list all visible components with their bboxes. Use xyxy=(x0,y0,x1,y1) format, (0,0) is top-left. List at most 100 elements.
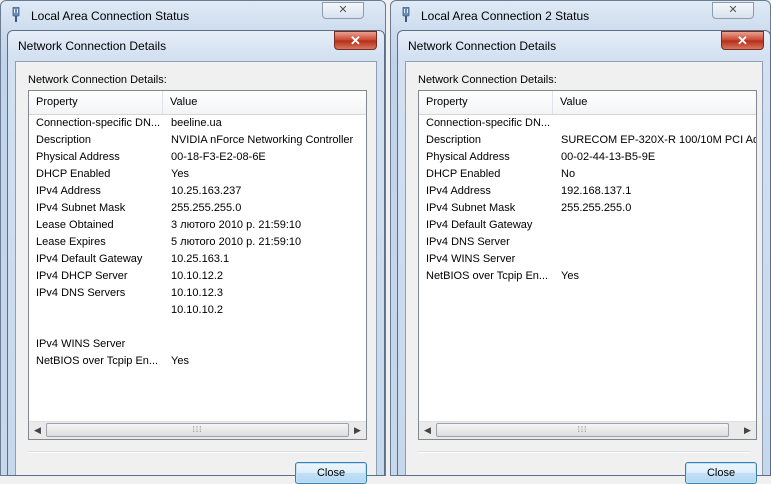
value-cell: 00-18-F3-E2-08-6E xyxy=(171,151,266,163)
table-row[interactable]: 10.10.10.2 xyxy=(29,302,366,319)
property-cell: IPv4 DHCP Server xyxy=(36,270,128,282)
table-row[interactable]: IPv4 DNS Server xyxy=(419,234,756,251)
scrollbar-thumb[interactable]: ⁞⁞⁞ xyxy=(436,423,729,437)
horizontal-scrollbar[interactable]: ◀ ⁞⁞⁞ ▶ xyxy=(419,421,756,439)
list-header: Property Value xyxy=(419,91,756,115)
column-header-value[interactable]: Value xyxy=(553,91,756,114)
property-cell: Physical Address xyxy=(426,151,510,163)
close-button[interactable]: Close xyxy=(295,462,367,484)
table-row[interactable]: NetBIOS over Tcpip En... Yes xyxy=(29,353,366,370)
table-row[interactable]: IPv4 Address 192.168.137.1 xyxy=(419,183,756,200)
property-cell xyxy=(36,319,161,336)
value-cell: beeline.ua xyxy=(171,117,222,129)
table-row[interactable]: Physical Address 00-02-44-13-B5-9E xyxy=(419,149,756,166)
property-cell: IPv4 WINS Server xyxy=(426,253,516,265)
list-header: Property Value xyxy=(29,91,366,115)
dialog-client-area: Network Connection Details: Property Val… xyxy=(15,61,377,484)
table-row[interactable]: DHCP Enabled Yes xyxy=(29,166,366,183)
dialog-client-area: Network Connection Details: Property Val… xyxy=(405,61,763,484)
divider xyxy=(418,451,750,453)
table-row[interactable]: Physical Address 00-18-F3-E2-08-6E xyxy=(29,149,366,166)
value-cell: 10.10.12.2 xyxy=(171,270,223,282)
table-row[interactable]: Lease Expires 5 лютого 2010 р. 21:59:10 xyxy=(29,234,366,251)
table-row[interactable]: NetBIOS over Tcpip En... Yes xyxy=(419,268,756,285)
network-adapter-icon xyxy=(402,7,410,22)
property-cell xyxy=(36,302,161,319)
value-cell: 255.255.255.0 xyxy=(561,202,632,214)
value-cell: 255.255.255.0 xyxy=(171,202,242,214)
property-cell: IPv4 WINS Server xyxy=(36,338,126,350)
scroll-left-arrow-icon[interactable]: ◀ xyxy=(419,422,436,439)
value-cell: Yes xyxy=(561,270,579,282)
column-header-value[interactable]: Value xyxy=(163,91,366,114)
close-icon[interactable]: ✕ xyxy=(721,31,764,50)
table-row[interactable]: Lease Obtained 3 лютого 2010 р. 21:59:10 xyxy=(29,217,366,234)
property-cell: Lease Obtained xyxy=(36,219,114,231)
scrollbar-thumb[interactable]: ⁞⁞⁞ xyxy=(46,423,349,437)
value-cell: 5 лютого 2010 р. 21:59:10 xyxy=(171,236,302,248)
value-cell: 00-02-44-13-B5-9E xyxy=(561,151,656,163)
value-cell xyxy=(561,115,756,132)
table-row[interactable]: Description NVIDIA nForce Networking Cont… xyxy=(29,132,366,149)
property-cell: Physical Address xyxy=(36,151,120,163)
value-cell: 10.25.163.237 xyxy=(171,185,242,197)
window-title: Local Area Connection Status xyxy=(31,9,190,23)
value-cell xyxy=(171,319,366,336)
value-cell: NVIDIA nForce Networking Controller xyxy=(171,134,354,146)
property-cell: IPv4 Subnet Mask xyxy=(426,202,516,214)
network-adapter-icon xyxy=(12,7,20,22)
details-dialog-2: Network Connection Details ✕ Network Con… xyxy=(397,30,771,484)
section-label: Network Connection Details: xyxy=(418,74,557,86)
table-row[interactable]: IPv4 Default Gateway 10.25.163.1 xyxy=(29,251,366,268)
table-row[interactable]: IPv4 Default Gateway xyxy=(419,217,756,234)
value-cell: Yes xyxy=(171,355,189,367)
details-list[interactable]: Property Value Connection-specific DN...… xyxy=(28,90,367,440)
value-cell: SURECOM EP-320X-R 100/10M PCI Ada xyxy=(561,134,756,146)
section-label: Network Connection Details: xyxy=(28,74,167,86)
details-dialog-1: Network Connection Details ✕ Network Con… xyxy=(7,30,385,484)
property-cell: Connection-specific DN... xyxy=(36,117,161,129)
table-row[interactable]: DHCP Enabled No xyxy=(419,166,756,183)
scroll-right-arrow-icon[interactable]: ▶ xyxy=(349,422,366,439)
table-row[interactable]: IPv4 DNS Servers 10.10.12.3 xyxy=(29,285,366,302)
table-row[interactable] xyxy=(29,319,366,336)
value-cell: Yes xyxy=(171,168,189,180)
window-title: Local Area Connection 2 Status xyxy=(421,9,590,23)
property-cell: IPv4 Address xyxy=(36,185,101,197)
details-list[interactable]: Property Value Connection-specific DN...… xyxy=(418,90,757,440)
value-cell xyxy=(561,234,756,251)
horizontal-scrollbar[interactable]: ◀ ⁞⁞⁞ ▶ xyxy=(29,421,366,439)
table-row[interactable]: IPv4 WINS Server xyxy=(419,251,756,268)
table-row[interactable]: IPv4 Address 10.25.163.237 xyxy=(29,183,366,200)
column-header-property[interactable]: Property xyxy=(29,91,163,114)
property-cell: Description xyxy=(426,134,482,146)
close-icon[interactable]: ✕ xyxy=(322,2,364,19)
close-button[interactable]: Close xyxy=(685,462,757,484)
close-icon[interactable]: ✕ xyxy=(334,31,377,50)
property-cell: NetBIOS over Tcpip En... xyxy=(36,355,159,367)
column-header-property[interactable]: Property xyxy=(419,91,553,114)
table-row[interactable]: IPv4 DHCP Server 10.10.12.2 xyxy=(29,268,366,285)
property-cell: NetBIOS over Tcpip En... xyxy=(426,270,549,282)
close-icon[interactable]: ✕ xyxy=(712,2,754,19)
value-cell: 192.168.137.1 xyxy=(561,185,632,197)
scroll-left-arrow-icon[interactable]: ◀ xyxy=(29,422,46,439)
table-row[interactable]: Connection-specific DN... beeline.ua xyxy=(29,115,366,132)
table-row[interactable]: IPv4 Subnet Mask 255.255.255.0 xyxy=(419,200,756,217)
property-cell: Description xyxy=(36,134,92,146)
property-cell: IPv4 Default Gateway xyxy=(36,253,143,265)
scroll-right-arrow-icon[interactable]: ▶ xyxy=(739,422,756,439)
table-row[interactable]: Connection-specific DN... xyxy=(419,115,756,132)
property-cell: IPv4 Address xyxy=(426,185,491,197)
table-row[interactable]: Description SURECOM EP-320X-R 100/10M PCI… xyxy=(419,132,756,149)
value-cell xyxy=(561,217,756,234)
table-row[interactable]: IPv4 Subnet Mask 255.255.255.0 xyxy=(29,200,366,217)
dialog-title: Network Connection Details xyxy=(408,39,557,53)
property-cell: Lease Expires xyxy=(36,236,106,248)
divider xyxy=(28,451,364,453)
dialog-title: Network Connection Details xyxy=(18,39,167,53)
value-cell xyxy=(561,251,756,268)
value-cell: 3 лютого 2010 р. 21:59:10 xyxy=(171,219,302,231)
table-row[interactable]: IPv4 WINS Server xyxy=(29,336,366,353)
value-cell: 10.25.163.1 xyxy=(171,253,230,265)
